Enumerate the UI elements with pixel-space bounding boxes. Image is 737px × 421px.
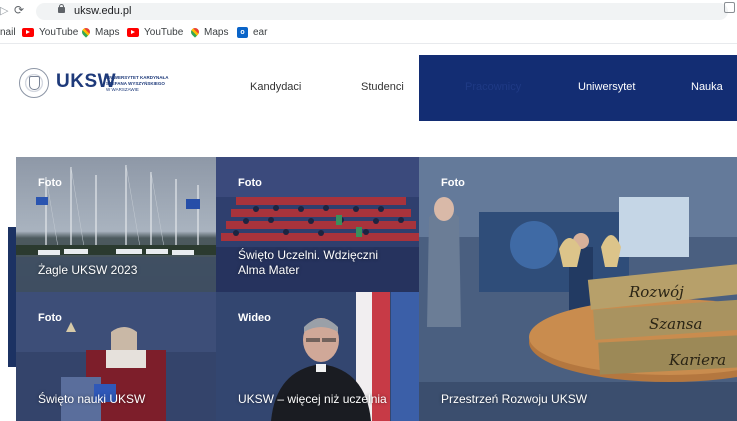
tile-swieto-uczelni[interactable]: Foto Święto Uczelni. Wdzięczni Alma Mate… (216, 157, 419, 292)
menu-studenci[interactable]: Studenci (361, 81, 404, 93)
logo-line: W WARSZAWIE (106, 87, 139, 92)
university-crest-icon[interactable] (19, 68, 49, 98)
tile-przestrzen-rozwoju[interactable]: Rozwój Szansa Kariera Foto Przestrzeń Ro… (419, 157, 737, 421)
bookmark-maps-2[interactable]: Maps (191, 27, 228, 38)
youtube-icon (22, 28, 34, 37)
tile-uksw-wiecej[interactable]: Wideo UKSW – więcej niż uczelnia (216, 292, 419, 421)
bookmark-label: YouTube (144, 27, 184, 38)
address-bar[interactable]: uksw.edu.pl (36, 3, 728, 20)
carousel-edge (8, 227, 16, 367)
menu-highlight-panel: Pracownicy Uniwersytet Nauka (419, 55, 737, 121)
tile-swieto-nauki[interactable]: Foto Święto nauki UKSW (16, 292, 216, 421)
tile-kind: Foto (38, 312, 62, 324)
menu-kandydaci[interactable]: Kandydaci (250, 81, 301, 93)
sign-word: Rozwój (628, 283, 684, 301)
maps-icon (191, 28, 199, 38)
tile-kind: Foto (441, 177, 465, 189)
lock-icon (58, 4, 65, 13)
outlook-icon: o (237, 27, 248, 38)
bookmark-label: Maps (204, 27, 229, 38)
bookmark-label: Maps (95, 27, 120, 38)
bookmark-label: ear (253, 27, 268, 38)
logo-line: STEFANA WYSZYŃSKIEGO (106, 81, 165, 86)
bookmarks-bar: nail YouTube Maps YouTube Maps o ear (0, 23, 737, 44)
menu-pracownicy[interactable]: Pracownicy (465, 81, 521, 93)
tile-title: Przestrzeń Rozwoju UKSW (441, 392, 588, 406)
tile-title: Żagle UKSW 2023 (38, 263, 138, 277)
tile-title: Święto Uczelni. Wdzięczni Alma Mater (238, 248, 379, 277)
tile-photo: Rozwój Szansa Kariera (419, 157, 737, 421)
tile-title: UKSW – więcej niż uczelnia (238, 392, 387, 406)
bookmark-label: YouTube (39, 27, 79, 38)
forward-icon[interactable]: ▷ (0, 4, 8, 17)
sign-word: Szansa (649, 315, 702, 333)
bookmark-outlook[interactable]: o ear (237, 27, 267, 38)
menu-nauka[interactable]: Nauka (691, 81, 723, 93)
bookmark-maps[interactable]: Maps (82, 27, 119, 38)
extension-icon[interactable] (724, 2, 735, 13)
bookmark-label: nail (0, 27, 16, 38)
bookmark-youtube-2[interactable]: YouTube (127, 27, 183, 38)
bookmark-youtube[interactable]: YouTube (22, 27, 78, 38)
url-text: uksw.edu.pl (74, 5, 132, 17)
tile-kind: Foto (238, 177, 262, 189)
tile-zagle[interactable]: Foto Żagle UKSW 2023 (16, 157, 216, 292)
sign-word: Kariera (668, 351, 726, 369)
menu-uniwersytet[interactable]: Uniwersytet (578, 81, 635, 93)
tile-kind: Wideo (238, 312, 271, 324)
maps-icon (82, 28, 90, 38)
browser-toolbar: ▷ ⟳ uksw.edu.pl (0, 0, 737, 22)
youtube-icon (127, 28, 139, 37)
tile-kind: Foto (38, 177, 62, 189)
site-header: UKSW UNIWERSYTET KARDYNAŁA STEFANA WYSZY… (0, 55, 737, 121)
bookmark-mail[interactable]: nail (0, 27, 16, 38)
news-tiles: Foto Żagle UKSW 2023 Foto Święto Uczelni… (0, 157, 737, 421)
reload-icon[interactable]: ⟳ (14, 3, 24, 17)
logo-line: UNIWERSYTET KARDYNAŁA (106, 75, 169, 80)
tile-title: Święto nauki UKSW (38, 392, 146, 406)
